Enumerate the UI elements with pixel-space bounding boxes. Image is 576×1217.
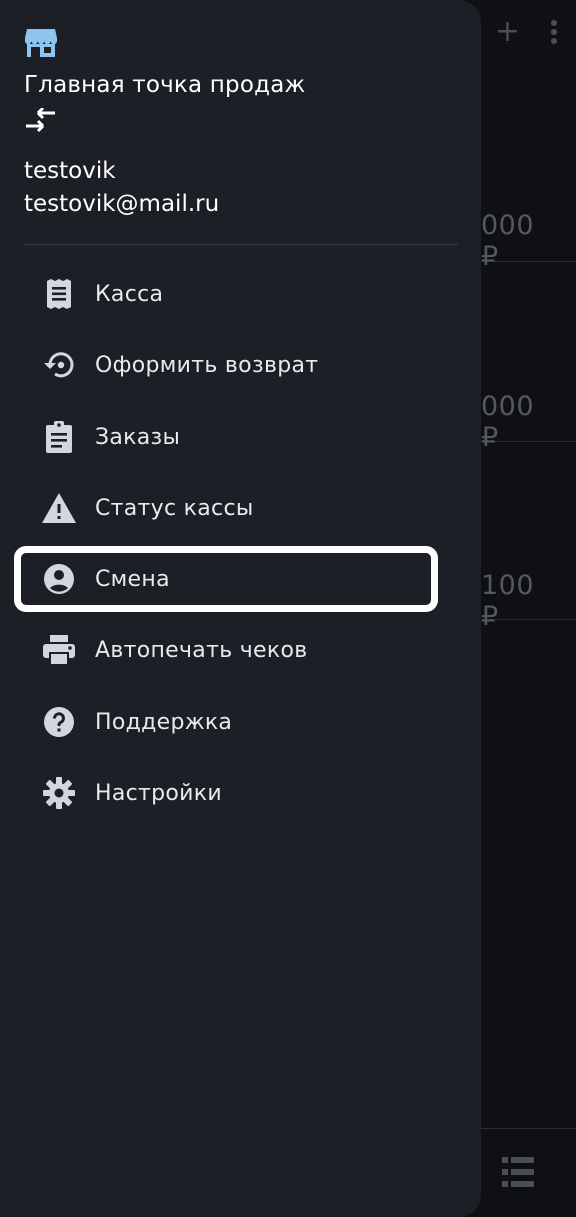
gear-icon [42,776,76,810]
divider [24,244,458,245]
menu-item-support[interactable]: Поддержка [20,693,432,751]
menu-item-label: Автопечать чеков [95,637,308,663]
account-circle-icon [42,562,76,596]
menu-item-settings[interactable]: Настройки [20,764,432,822]
navigation-drawer: Главная точка продаж testovik testovik@m… [0,0,481,1217]
user-name: testovik [24,158,116,184]
restore-icon [42,348,76,382]
menu-item-label: Статус кассы [95,495,254,521]
menu-item-autoprint[interactable]: Автопечать чеков [20,621,432,679]
more-vert-icon[interactable] [550,19,558,45]
menu-item-label: Оформить возврат [95,352,319,378]
switch-store-icon[interactable] [24,108,58,134]
background-toolbar: + [495,14,558,50]
menu-item-kassa-status[interactable]: Статус кассы [20,479,432,537]
app-screen: + 000 ₽ 000 ₽ 100 ₽ Главная точка продаж [0,0,576,1217]
receipt-icon [42,277,76,311]
menu-item-label: Настройки [95,780,222,806]
store-name[interactable]: Главная точка продаж [24,72,305,98]
price-label: 100 ₽ [481,570,535,632]
menu-item-return[interactable]: Оформить возврат [20,336,432,394]
clipboard-icon [42,420,76,454]
add-icon[interactable]: + [495,14,520,50]
menu-item-label: Смена [95,566,170,592]
menu-item-label: Заказы [95,424,181,450]
help-icon [42,705,76,739]
menu-item-label: Касса [95,281,164,307]
background-list-item[interactable]: 100 ₽ [481,442,576,632]
user-email: testovik@mail.ru [24,191,220,217]
warning-icon [42,491,76,525]
menu-item-shift[interactable]: Смена [14,546,438,612]
background-list-item[interactable]: 000 ₽ [481,262,576,453]
menu-item-orders[interactable]: Заказы [20,408,432,466]
printer-icon [42,633,76,667]
menu-item-label: Поддержка [95,709,233,735]
store-icon [25,29,57,57]
menu-item-kassa[interactable]: Касса [20,265,432,323]
list-icon[interactable] [502,1157,534,1187]
background-list-item[interactable]: 000 ₽ [481,82,576,272]
